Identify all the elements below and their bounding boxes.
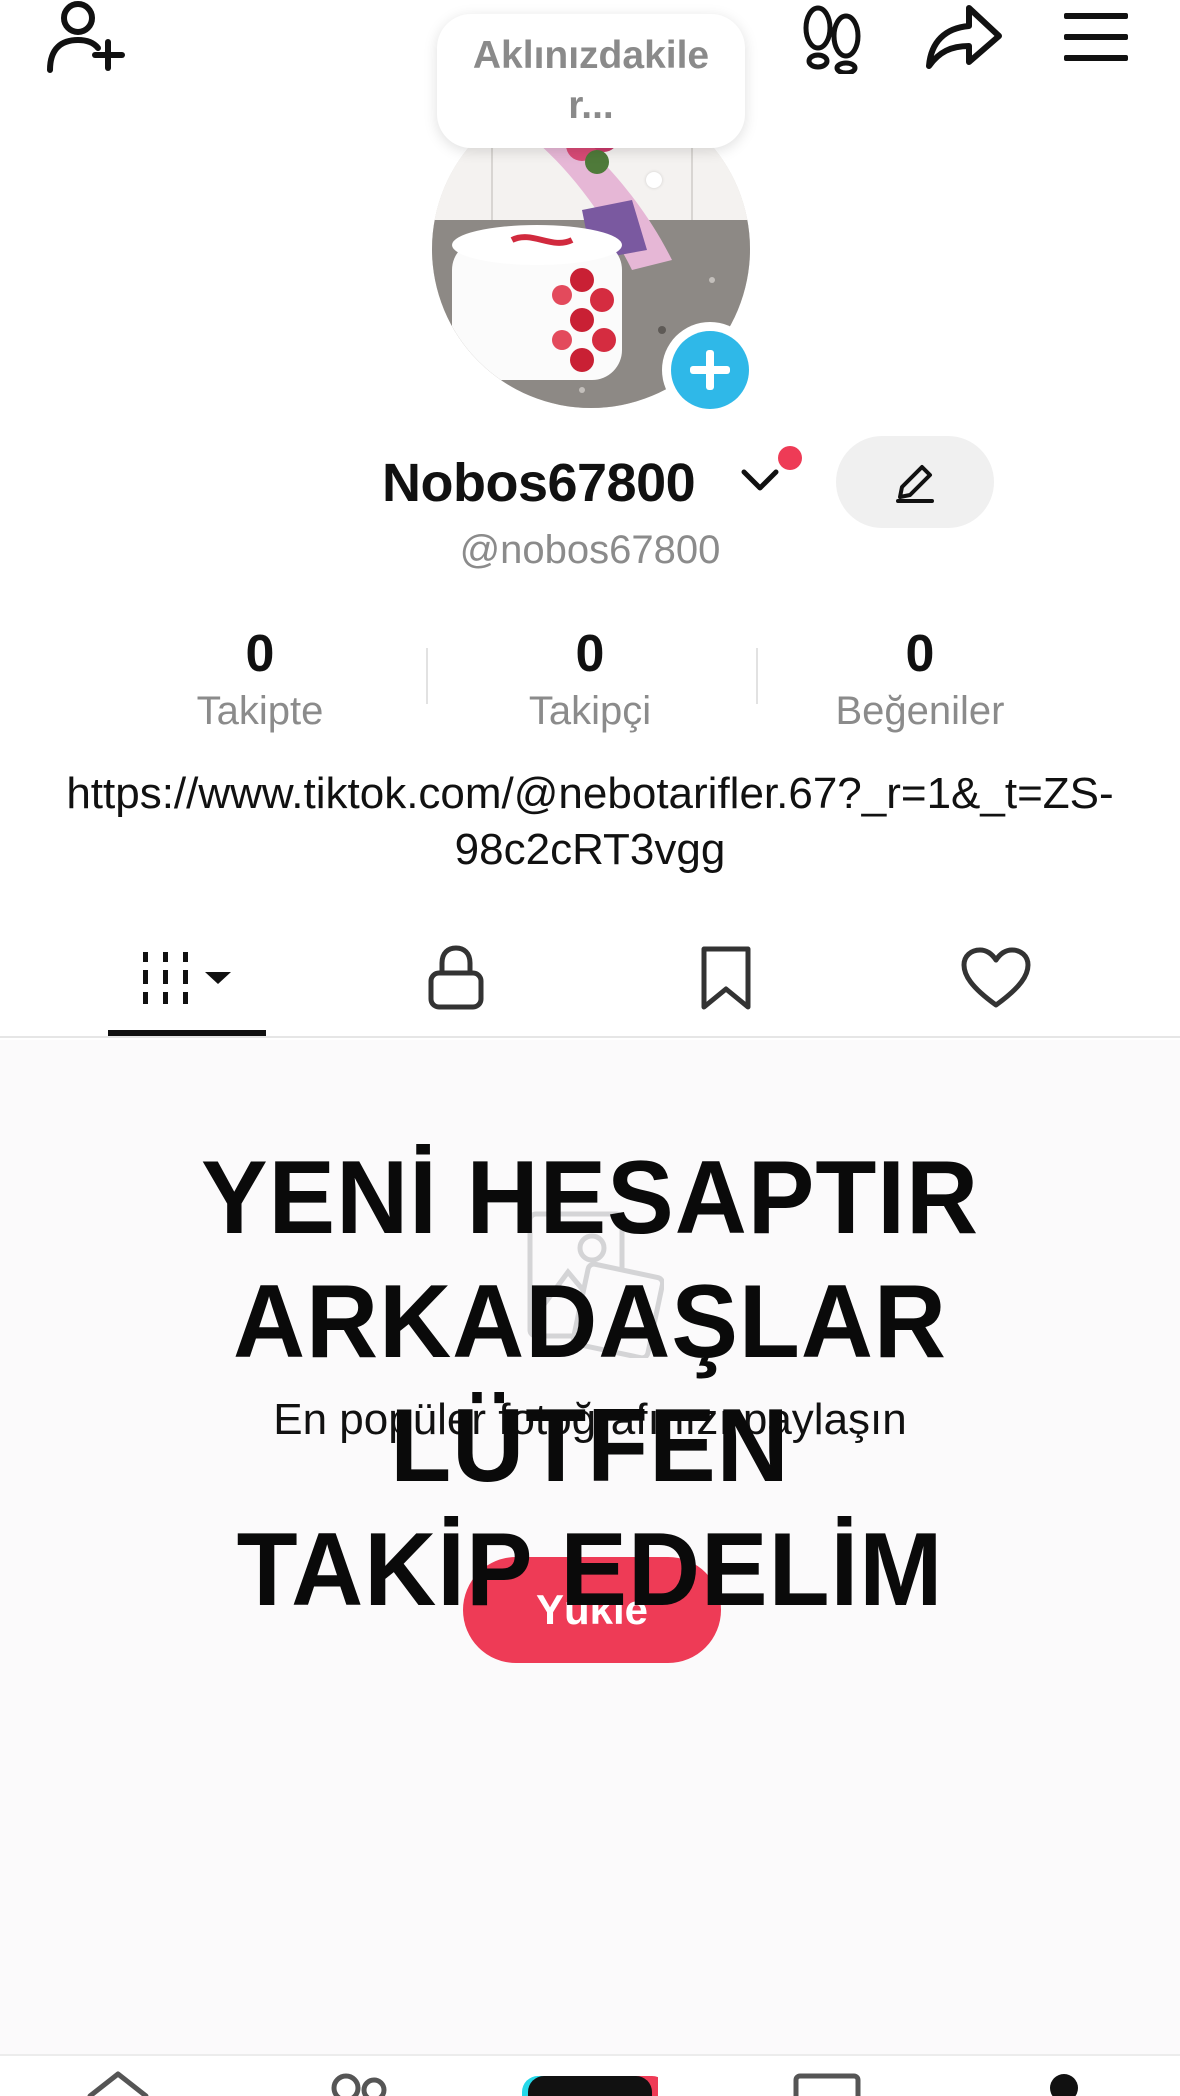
stat-value: 0 [245,625,275,683]
tab-saved[interactable] [646,920,806,1036]
note-bubble[interactable]: Aklınızdakile r... [437,14,745,148]
empty-state-text: En popüler fotoğrafınızı paylaşın [273,1395,907,1444]
chevron-down-icon[interactable] [740,466,780,496]
content-tabs [0,920,1180,1038]
pencil-icon [896,465,934,503]
notification-dot [778,446,802,470]
stat-followers[interactable]: 0 Takipçi [460,622,720,736]
edit-profile-button[interactable] [836,436,994,528]
lock-icon [428,945,484,1010]
inbox-icon[interactable] [792,2070,862,2096]
stat-divider [426,648,428,704]
menu-button[interactable] [1060,6,1132,68]
plus-icon [690,350,730,390]
content-area [0,1040,1180,2056]
stat-value: 0 [575,625,605,683]
stats-row: 0 Takipte 0 Takipçi 0 Beğeniler [0,622,1180,733]
name-row: Nobos67800 [0,436,1180,528]
tab-liked[interactable] [916,920,1076,1036]
profile-page: Aklınızdakile r... Nobos67800 @nobos6780… [0,0,1180,2096]
display-name[interactable]: Nobos67800 [382,452,696,514]
tab-private[interactable] [376,920,536,1036]
share-arrow-icon [926,5,1002,69]
hamburger-menu-icon [1064,13,1128,61]
share-button[interactable] [924,0,1006,74]
heart-icon [961,947,1031,1008]
bio-link[interactable]: https://www.tiktok.com/@nebotarifler.67?… [60,766,1120,878]
profile-icon[interactable] [1044,2070,1084,2096]
note-bubble-tail [646,172,662,188]
bookmark-icon [701,946,751,1010]
stat-likes[interactable]: 0 Beğeniler [790,622,1050,736]
stat-divider [756,648,758,704]
footprints-button[interactable] [798,4,868,74]
stat-value: 0 [905,625,935,683]
stat-following[interactable]: 0 Takipte [130,622,390,736]
stat-label: Beğeniler [835,689,1005,733]
friends-icon[interactable] [322,2070,394,2096]
footprints-icon [803,5,861,74]
home-icon[interactable] [84,2070,152,2096]
profile-handle: @nobos67800 [459,528,721,572]
add-story-button[interactable] [662,322,758,418]
add-friend-button[interactable] [40,0,130,74]
photo-placeholder-icon [527,1211,664,1358]
create-icon[interactable] [522,2070,658,2096]
bottom-navigation [0,2054,1180,2096]
stat-label: Takipçi [528,689,652,733]
upload-button[interactable]: Yükle [463,1557,721,1663]
grid-filter-icon [143,952,231,1004]
person-plus-icon [47,1,125,73]
note-bubble-text: Aklınızdakile r... [472,34,710,127]
stat-label: Takipte [196,689,324,733]
active-tab-indicator [108,1030,266,1036]
tab-videos[interactable] [108,920,266,1036]
